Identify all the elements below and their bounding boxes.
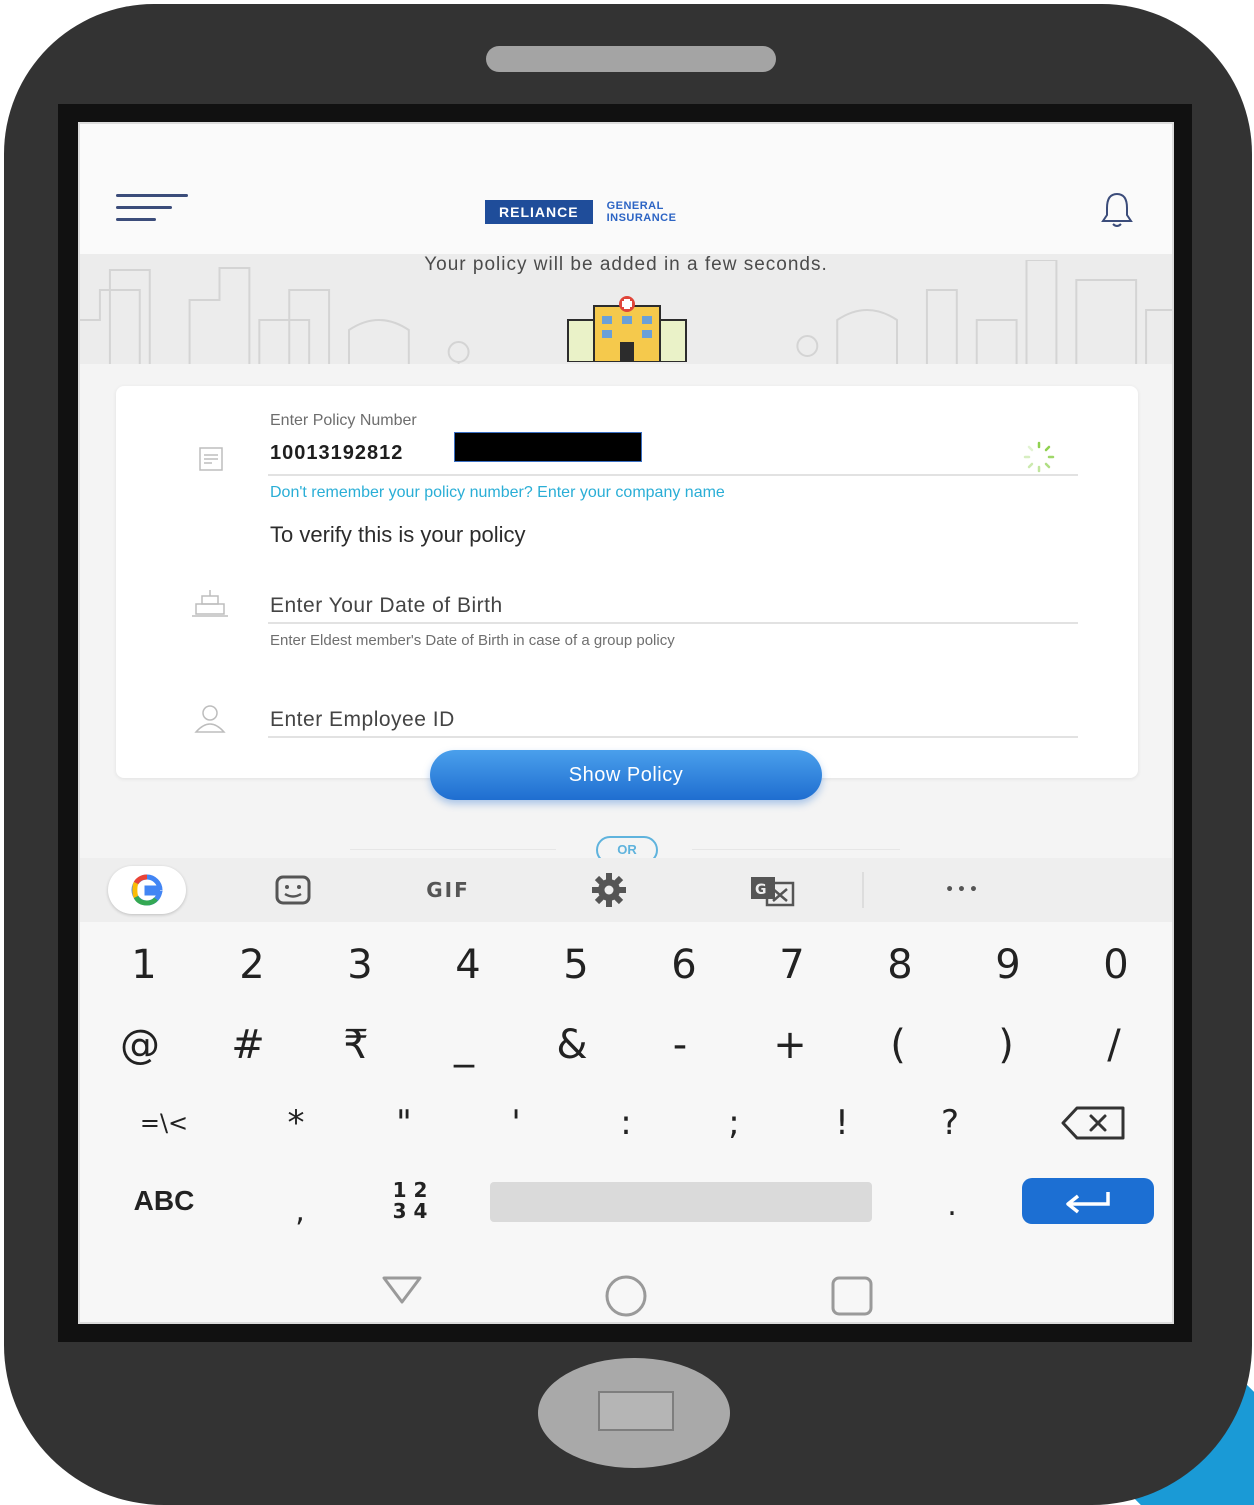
policy-number-input[interactable]: 10013192812 bbox=[270, 442, 403, 465]
space-bar[interactable] bbox=[490, 1182, 872, 1222]
toolbar-separator bbox=[862, 872, 864, 908]
add-policy-form: Enter Policy Number 10013192812 Don't re… bbox=[116, 386, 1138, 778]
key-semicolon[interactable]: ; bbox=[694, 1088, 774, 1158]
user-icon bbox=[194, 705, 226, 733]
bell-icon[interactable] bbox=[1100, 190, 1134, 230]
system-navigation-bar bbox=[80, 1242, 1172, 1322]
key-underscore[interactable]: _ bbox=[424, 1010, 504, 1080]
key-ampersand[interactable]: & bbox=[532, 1010, 612, 1080]
key-single-quote[interactable]: ' bbox=[476, 1088, 556, 1158]
logo-secondary-line1: GENERAL bbox=[606, 200, 664, 212]
show-policy-button[interactable]: Show Policy bbox=[430, 750, 822, 800]
phone-screen: RELIANCE GENERAL INSURANCE Your policy w… bbox=[78, 122, 1174, 1324]
gif-button[interactable]: GIF bbox=[398, 858, 498, 922]
abc-key[interactable]: ABC bbox=[114, 1166, 214, 1236]
numpad-toggle-top: 1 2 bbox=[392, 1178, 428, 1202]
employee-id-underline bbox=[268, 736, 1078, 738]
translate-icon[interactable]: G bbox=[732, 858, 812, 922]
key-double-quote[interactable]: " bbox=[364, 1088, 444, 1158]
google-search-button[interactable] bbox=[102, 858, 192, 922]
settings-gear-icon[interactable] bbox=[574, 858, 644, 922]
key-9[interactable]: 9 bbox=[968, 930, 1048, 1000]
key-minus[interactable]: - bbox=[640, 1010, 720, 1080]
gif-label: GIF bbox=[426, 878, 470, 902]
hospital-icon bbox=[567, 296, 687, 362]
sticker-icon[interactable] bbox=[258, 858, 328, 922]
google-g-icon bbox=[108, 866, 186, 914]
verify-heading: To verify this is your policy bbox=[270, 522, 526, 547]
key-paren-close[interactable]: ) bbox=[966, 1010, 1046, 1080]
or-divider-left bbox=[350, 849, 556, 850]
logo-secondary: GENERAL INSURANCE bbox=[607, 200, 677, 224]
recents-square-icon[interactable] bbox=[828, 1272, 876, 1320]
home-circle-icon[interactable] bbox=[602, 1272, 650, 1320]
numpad-toggle-bottom: 3 4 bbox=[392, 1199, 428, 1223]
birthday-cake-icon bbox=[192, 590, 228, 617]
keyboard-toolbar: GIF G ••• bbox=[80, 858, 1172, 922]
app-header: RELIANCE GENERAL INSURANCE bbox=[80, 168, 1172, 254]
dob-input[interactable]: Enter Your Date of Birth bbox=[270, 594, 503, 618]
more-options-button[interactable]: ••• bbox=[920, 858, 1006, 922]
key-comma[interactable]: , bbox=[260, 1176, 340, 1246]
forgot-policy-link[interactable]: Don't remember your policy number? Enter… bbox=[270, 484, 725, 502]
phone-mockup-stage: RELIANCE GENERAL INSURANCE Your policy w… bbox=[0, 0, 1254, 1505]
dob-underline bbox=[268, 622, 1078, 624]
enter-key[interactable] bbox=[1022, 1178, 1154, 1224]
key-hash[interactable]: # bbox=[208, 1010, 288, 1080]
home-button-square bbox=[598, 1391, 674, 1431]
key-at[interactable]: @ bbox=[100, 1010, 180, 1080]
logo-secondary-line2: INSURANCE bbox=[606, 212, 677, 224]
enter-arrow-icon bbox=[1066, 1192, 1110, 1214]
or-divider-right bbox=[692, 849, 900, 850]
status-bar bbox=[80, 124, 1172, 168]
key-more-symbols[interactable]: =\< bbox=[124, 1088, 204, 1158]
numeric-keyboard: 1 2 3 4 5 6 7 8 9 0 @ # ₹ _ & - + ( ) / … bbox=[80, 922, 1172, 1242]
dob-hint: Enter Eldest member's Date of Birth in c… bbox=[270, 632, 675, 649]
backspace-key[interactable] bbox=[1054, 1088, 1134, 1158]
policy-number-underline bbox=[268, 474, 1078, 476]
key-1[interactable]: 1 bbox=[104, 930, 184, 1000]
logo-primary: RELIANCE bbox=[485, 200, 593, 224]
more-options-icon: ••• bbox=[945, 882, 981, 898]
key-paren-open[interactable]: ( bbox=[858, 1010, 938, 1080]
numpad-toggle-key[interactable]: 1 2 3 4 bbox=[370, 1166, 450, 1236]
key-5[interactable]: 5 bbox=[536, 930, 616, 1000]
back-triangle-icon[interactable] bbox=[378, 1268, 426, 1316]
loading-spinner-icon bbox=[1023, 441, 1055, 473]
document-icon bbox=[199, 447, 223, 471]
reliance-logo: RELIANCE GENERAL INSURANCE bbox=[485, 198, 676, 226]
key-period[interactable]: . bbox=[912, 1170, 992, 1240]
key-3[interactable]: 3 bbox=[320, 930, 400, 1000]
key-plus[interactable]: + bbox=[750, 1010, 830, 1080]
key-6[interactable]: 6 bbox=[644, 930, 724, 1000]
key-8[interactable]: 8 bbox=[860, 930, 940, 1000]
key-colon[interactable]: : bbox=[586, 1088, 666, 1158]
hero-banner: Your policy will be added in a few secon… bbox=[80, 254, 1172, 364]
hero-message: Your policy will be added in a few secon… bbox=[424, 254, 828, 275]
policy-number-label: Enter Policy Number bbox=[270, 412, 417, 429]
key-slash[interactable]: / bbox=[1074, 1010, 1154, 1080]
key-2[interactable]: 2 bbox=[212, 930, 292, 1000]
svg-text:G: G bbox=[755, 882, 767, 898]
key-exclamation[interactable]: ! bbox=[802, 1088, 882, 1158]
phone-speaker bbox=[486, 46, 776, 72]
key-4[interactable]: 4 bbox=[428, 930, 508, 1000]
key-0[interactable]: 0 bbox=[1076, 930, 1156, 1000]
employee-id-input[interactable]: Enter Employee ID bbox=[270, 708, 455, 732]
key-7[interactable]: 7 bbox=[752, 930, 832, 1000]
backspace-icon bbox=[1061, 1106, 1125, 1140]
key-asterisk[interactable]: * bbox=[256, 1088, 336, 1158]
phone-home-button bbox=[538, 1358, 730, 1468]
key-rupee[interactable]: ₹ bbox=[316, 1010, 396, 1080]
redaction-box bbox=[454, 432, 642, 462]
key-question[interactable]: ? bbox=[910, 1088, 990, 1158]
menu-icon[interactable] bbox=[116, 194, 192, 230]
